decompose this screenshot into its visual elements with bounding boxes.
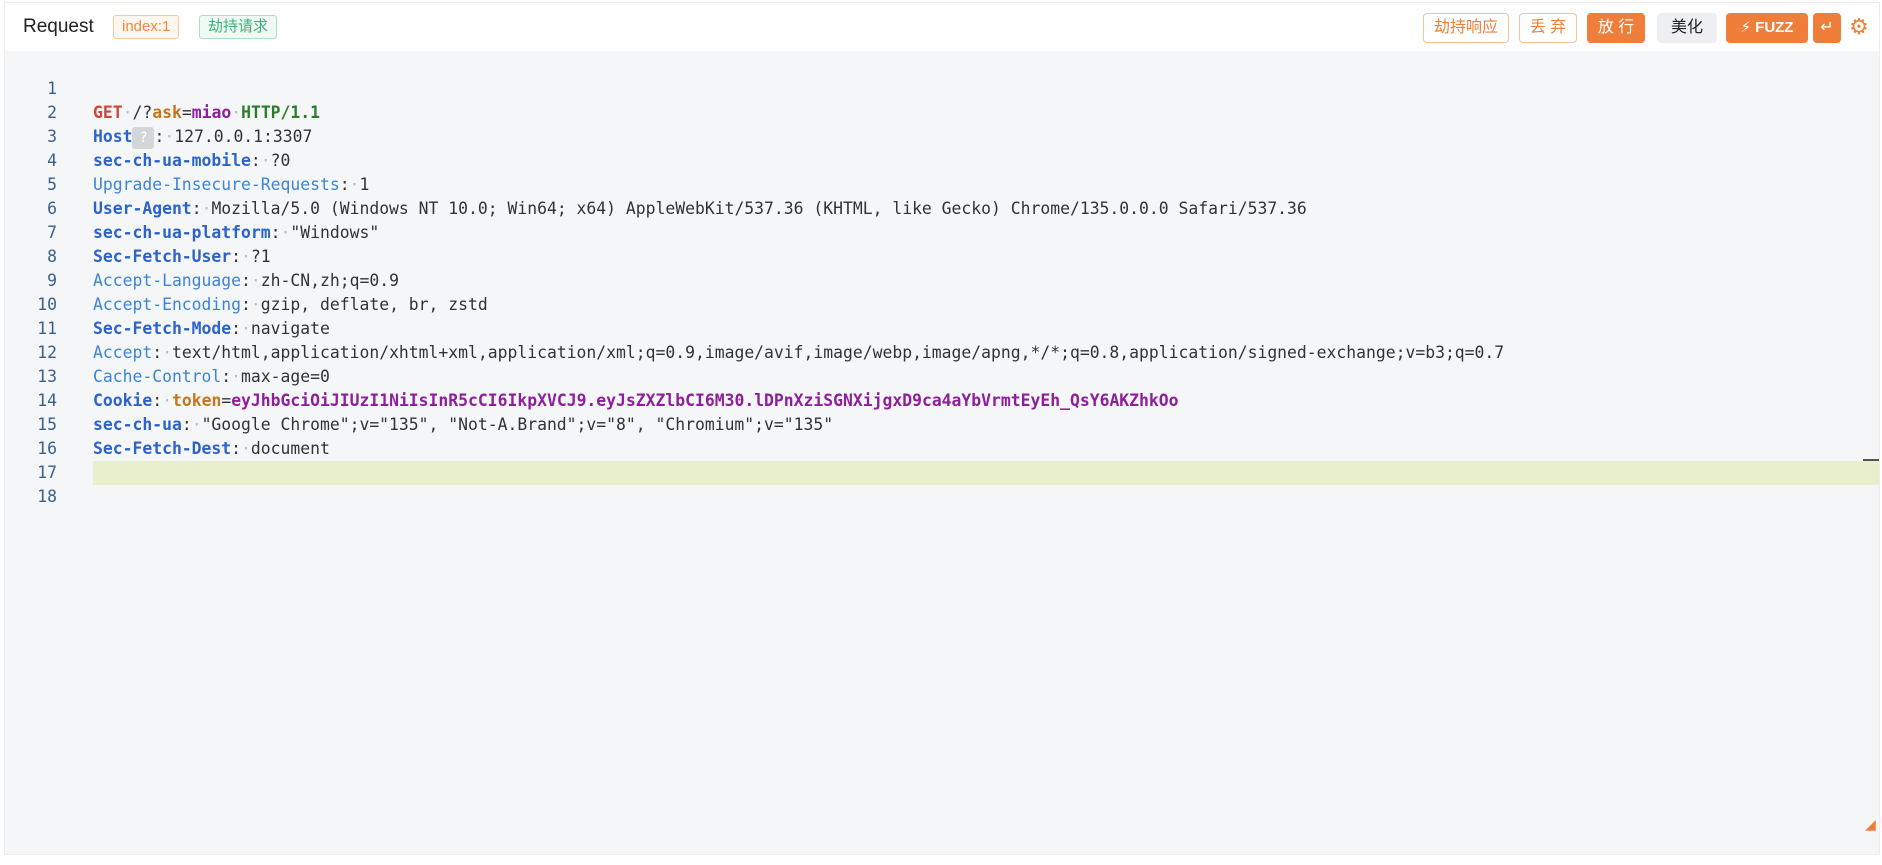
corner-flame-icon: ◢ bbox=[1865, 814, 1876, 835]
editor-line: 1 GET·/?ask=miao·HTTP/1.1 bbox=[5, 53, 1879, 122]
index-tag: index:1 bbox=[113, 15, 180, 39]
panel-header: Request index:1 劫持请求 劫持响应 丢 弃 放 行 美化 ⚡ F… bbox=[5, 3, 1879, 51]
editor-line: 11 Accept:·text/html,application/xhtml+x… bbox=[5, 293, 1879, 362]
intercept-request-tag: 劫持请求 bbox=[199, 15, 278, 39]
request-panel: Request index:1 劫持请求 劫持响应 丢 弃 放 行 美化 ⚡ F… bbox=[4, 2, 1880, 855]
line-number: 18 bbox=[37, 487, 57, 506]
editor-line-active[interactable]: 18 bbox=[37, 461, 1879, 506]
editor-line: 4 Upgrade-Insecure-Requests:·1 bbox=[5, 125, 1879, 194]
editor-line: 15 Sec-Fetch-Dest:·document bbox=[5, 389, 1879, 458]
forward-button[interactable]: 放 行 bbox=[1587, 13, 1645, 43]
editor-line: 3 sec-ch-ua-mobile:·?0 bbox=[5, 101, 1879, 170]
editor-line: 7 Sec-Fetch-User:·?1 bbox=[5, 197, 1879, 266]
scrollbar-marker[interactable] bbox=[1863, 459, 1879, 461]
line-wrap-button[interactable]: ↵ bbox=[1813, 13, 1841, 43]
editor-line: 2 Host?:·127.0.0.1:3307 bbox=[5, 77, 1879, 149]
editor-line: 8 Accept-Language:·zh-CN,zh;q=0.9 bbox=[5, 221, 1879, 290]
settings-gear-icon[interactable]: ⚙ bbox=[1845, 13, 1873, 43]
editor-line: 12 Cache-Control:·max-age=0 bbox=[5, 317, 1879, 386]
editor-line: 17 bbox=[5, 437, 1879, 482]
editor-line: 14 sec-ch-ua:·"Google Chrome";v="135", "… bbox=[5, 365, 1879, 434]
editor-line: 13 Cookie:·token=eyJhbGciOiJIUzI1NiIsInR… bbox=[5, 341, 1879, 410]
beautify-button[interactable]: 美化 bbox=[1657, 13, 1717, 43]
editor-line: 16 Sec-Fetch-Site:·none bbox=[5, 413, 1879, 482]
line-number: 17 bbox=[37, 463, 57, 482]
discard-button[interactable]: 丢 弃 bbox=[1519, 13, 1577, 43]
editor-line: 6 sec-ch-ua-platform:·"Windows" bbox=[5, 173, 1879, 242]
request-editor[interactable]: 1 GET·/?ask=miao·HTTP/1.1 2 Host?:·127.0… bbox=[5, 51, 1879, 856]
fuzz-button[interactable]: ⚡ FUZZ bbox=[1726, 13, 1808, 43]
panel-title: Request bbox=[23, 16, 94, 37]
editor-line: 5 User-Agent:·Mozilla/5.0 (Windows NT 10… bbox=[5, 149, 1879, 218]
editor-line: 10 Sec-Fetch-Mode:·navigate bbox=[5, 269, 1879, 338]
editor-line: 9 Accept-Encoding:·gzip, deflate, br, zs… bbox=[5, 245, 1879, 314]
intercept-response-button[interactable]: 劫持响应 bbox=[1423, 13, 1509, 43]
